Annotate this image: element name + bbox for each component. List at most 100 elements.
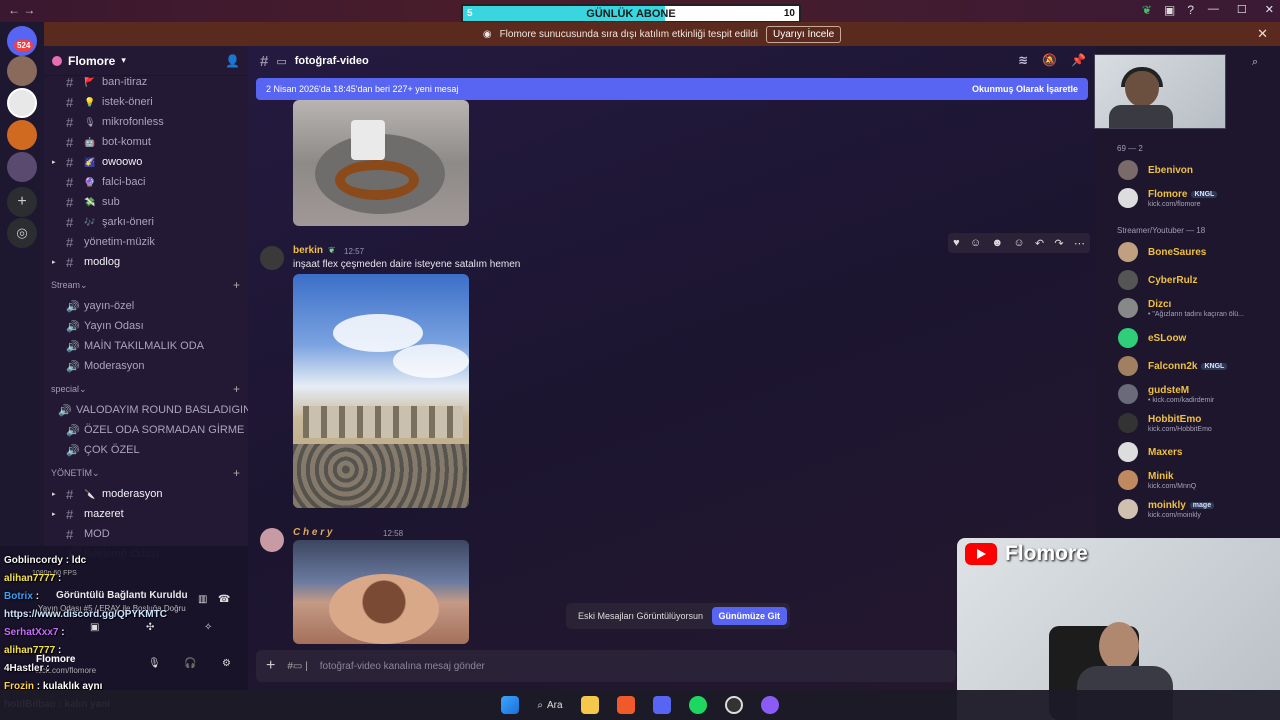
channel-item[interactable]: ▸ # 🌠 owoowo (44, 152, 248, 172)
add-channel-icon[interactable]: + (233, 466, 240, 480)
jump-to-present-button[interactable]: Günümüze Git (711, 607, 787, 625)
voice-channel-item[interactable]: 🔊 yayın-özel (44, 296, 248, 316)
notification-icon[interactable]: 🔕 (1042, 53, 1057, 67)
minimize-icon[interactable]: — (1208, 3, 1219, 16)
attachment-image-bagel[interactable] (293, 100, 469, 226)
add-people-icon[interactable]: 👤 (225, 54, 240, 68)
member-item[interactable]: Falconn2k KNGL (1118, 355, 1278, 379)
new-messages-bar[interactable]: 2 Nisan 2026'da 18:45'dan beri 227+ yeni… (256, 78, 1088, 100)
member-item[interactable]: Dizcı • "Ağızların tadını kaçıran ölü... (1118, 297, 1278, 321)
explore-icon[interactable]: ◎ (7, 218, 37, 248)
close-window-icon[interactable]: ✕ (1265, 3, 1274, 16)
voice-channel-item[interactable]: 🔊 Moderasyon (44, 356, 248, 376)
user-name[interactable]: Flomore (36, 654, 75, 665)
voice-panel: Görüntülü Bağlantı Kuruldu Yayın Odası #… (0, 546, 248, 690)
close-icon[interactable]: ✕ (1257, 26, 1268, 42)
voice-channel-item[interactable]: 🔊 VALODAYIM ROUND BASLADIGIN... (44, 400, 248, 420)
channel-item[interactable]: # 🚩 ban-itiraz (44, 72, 248, 92)
forward-icon[interactable]: ↷ (1054, 237, 1063, 250)
message-input[interactable]: fotoğraf-video kanalına mesaj gönder (320, 661, 956, 672)
member-item[interactable]: Maxers (1118, 441, 1278, 465)
emoji-reaction-icon[interactable]: ☺ (970, 237, 981, 249)
heart-reaction-icon[interactable]: ♥ (953, 237, 960, 249)
member-name-text: gudsteM (1148, 385, 1190, 396)
attachment-image-construction[interactable] (293, 274, 469, 508)
taskbar-search[interactable]: ⌕ Ara (537, 700, 562, 711)
message-author-2[interactable]: C h e r y (293, 527, 332, 538)
channel-item[interactable]: ▸ # mazeret (44, 504, 248, 524)
voice-disconnect-icon[interactable]: ☎ (218, 594, 230, 605)
attachment-image-pot[interactable] (293, 540, 469, 644)
search-icon[interactable]: ⌕ (1252, 56, 1258, 69)
channel-item[interactable]: ▸ # 🔪 moderasyon (44, 484, 248, 504)
brave-browser-icon[interactable] (616, 696, 635, 714)
channel-item[interactable]: # 🤖 bot-komut (44, 132, 248, 152)
member-name: gudsteM (1148, 385, 1189, 396)
inbox-icon[interactable]: ▣ (1164, 3, 1175, 17)
channel-item[interactable]: # 🔮 falci-baci (44, 172, 248, 192)
member-item[interactable]: Ebenivon (1118, 159, 1278, 183)
headphones-icon[interactable]: 🎧 (184, 658, 196, 669)
connection-status[interactable]: Görüntülü Bağlantı Kuruldu (56, 590, 188, 601)
voice-channel-item[interactable]: 🔊 Yayın Odası (44, 316, 248, 336)
member-item[interactable]: CyberRulz (1118, 269, 1278, 293)
category-special[interactable]: special ⌄ + (44, 378, 248, 400)
member-item[interactable]: Flomore KNGL kick.com/flomore (1118, 187, 1278, 211)
add-channel-icon[interactable]: + (233, 382, 240, 396)
add-reaction-icon[interactable]: ☺ (1013, 237, 1024, 249)
member-item[interactable]: gudsteM • kick.com/kadirdemir (1118, 383, 1278, 407)
leaf-icon[interactable]: ❦ (1142, 3, 1152, 17)
server-icon-2[interactable] (7, 88, 37, 118)
pin-icon[interactable]: 📌 (1071, 53, 1086, 67)
server-icon-3[interactable] (7, 120, 37, 150)
channel-item[interactable]: # MOD (44, 524, 248, 544)
add-server-icon[interactable]: + (7, 187, 37, 217)
text-channel-icon: # (66, 254, 74, 270)
member-item[interactable]: moinkly mage kick.com/moinkly (1118, 498, 1278, 522)
avatar-2[interactable] (260, 528, 284, 552)
emoji-reaction-icon-2[interactable]: ☻ (991, 237, 1003, 249)
mic-icon[interactable]: 🎙 (148, 658, 161, 669)
channel-item[interactable]: ▸ # modlog (44, 252, 248, 272)
file-explorer-icon[interactable] (580, 696, 599, 714)
settings-gear-icon[interactable]: ⚙ (222, 658, 231, 669)
voice-channel-item[interactable]: 🔊 ÖZEL ODA SORMADAN GİRME (44, 420, 248, 440)
purple-app-icon[interactable] (760, 696, 779, 714)
mark-read-button[interactable]: Okunmuş Olarak İşaretle (972, 84, 1078, 94)
channel-item[interactable]: # 💸 sub (44, 192, 248, 212)
reply-icon[interactable]: ↶ (1035, 237, 1044, 250)
category-stream[interactable]: Stream ⌄ + (44, 274, 248, 296)
voice-channel-item[interactable]: 🔊 ÇOK ÖZEL (44, 440, 248, 460)
camera-icon[interactable]: ▣ (90, 622, 99, 633)
threads-icon[interactable]: ≋ (1018, 53, 1028, 67)
channel-item[interactable]: # 💡 istek-öneri (44, 92, 248, 112)
channel-item[interactable]: # 🎙 mikrofonless (44, 112, 248, 132)
spotify-icon[interactable] (688, 696, 707, 714)
soundboard-icon[interactable]: ✧ (204, 622, 212, 633)
review-warning-button[interactable]: Uyarıyı İncele (766, 25, 842, 43)
noise-icon[interactable]: ▥ (198, 594, 207, 605)
discord-icon[interactable] (652, 696, 671, 714)
nav-arrows[interactable]: ← → (8, 3, 35, 17)
message-author[interactable]: berkin (293, 245, 323, 256)
add-attachment-icon[interactable]: + (266, 657, 275, 675)
member-item[interactable]: eSLoow (1118, 327, 1278, 351)
voice-channel-item[interactable]: 🔊 MAİN TAKILMALIK ODA (44, 336, 248, 356)
activity-icon[interactable]: ✣ (146, 622, 154, 633)
help-icon[interactable]: ? (1187, 3, 1194, 17)
channel-item[interactable]: # yönetim-müzik (44, 232, 248, 252)
member-item[interactable]: HobbitEmo kick.com/HobbitEmo (1118, 412, 1278, 436)
maximize-icon[interactable]: ☐ (1237, 3, 1247, 16)
avatar[interactable] (260, 246, 284, 270)
windows-start-icon[interactable] (501, 696, 520, 714)
obs-icon[interactable] (724, 696, 743, 714)
more-icon[interactable]: ⋯ (1074, 237, 1085, 250)
member-item[interactable]: Minik kick.com/MnnQ (1118, 469, 1278, 493)
add-channel-icon[interactable]: + (233, 278, 240, 292)
server-icon-4[interactable] (7, 152, 37, 182)
photo-icon: ▭ (276, 55, 287, 68)
member-item[interactable]: BoneSaures (1118, 241, 1278, 265)
channel-item[interactable]: # 🎶 şarkı-öneri (44, 212, 248, 232)
category-yonetim[interactable]: YÖNETİM ⌄ + (44, 462, 248, 484)
server-icon-1[interactable] (7, 56, 37, 86)
